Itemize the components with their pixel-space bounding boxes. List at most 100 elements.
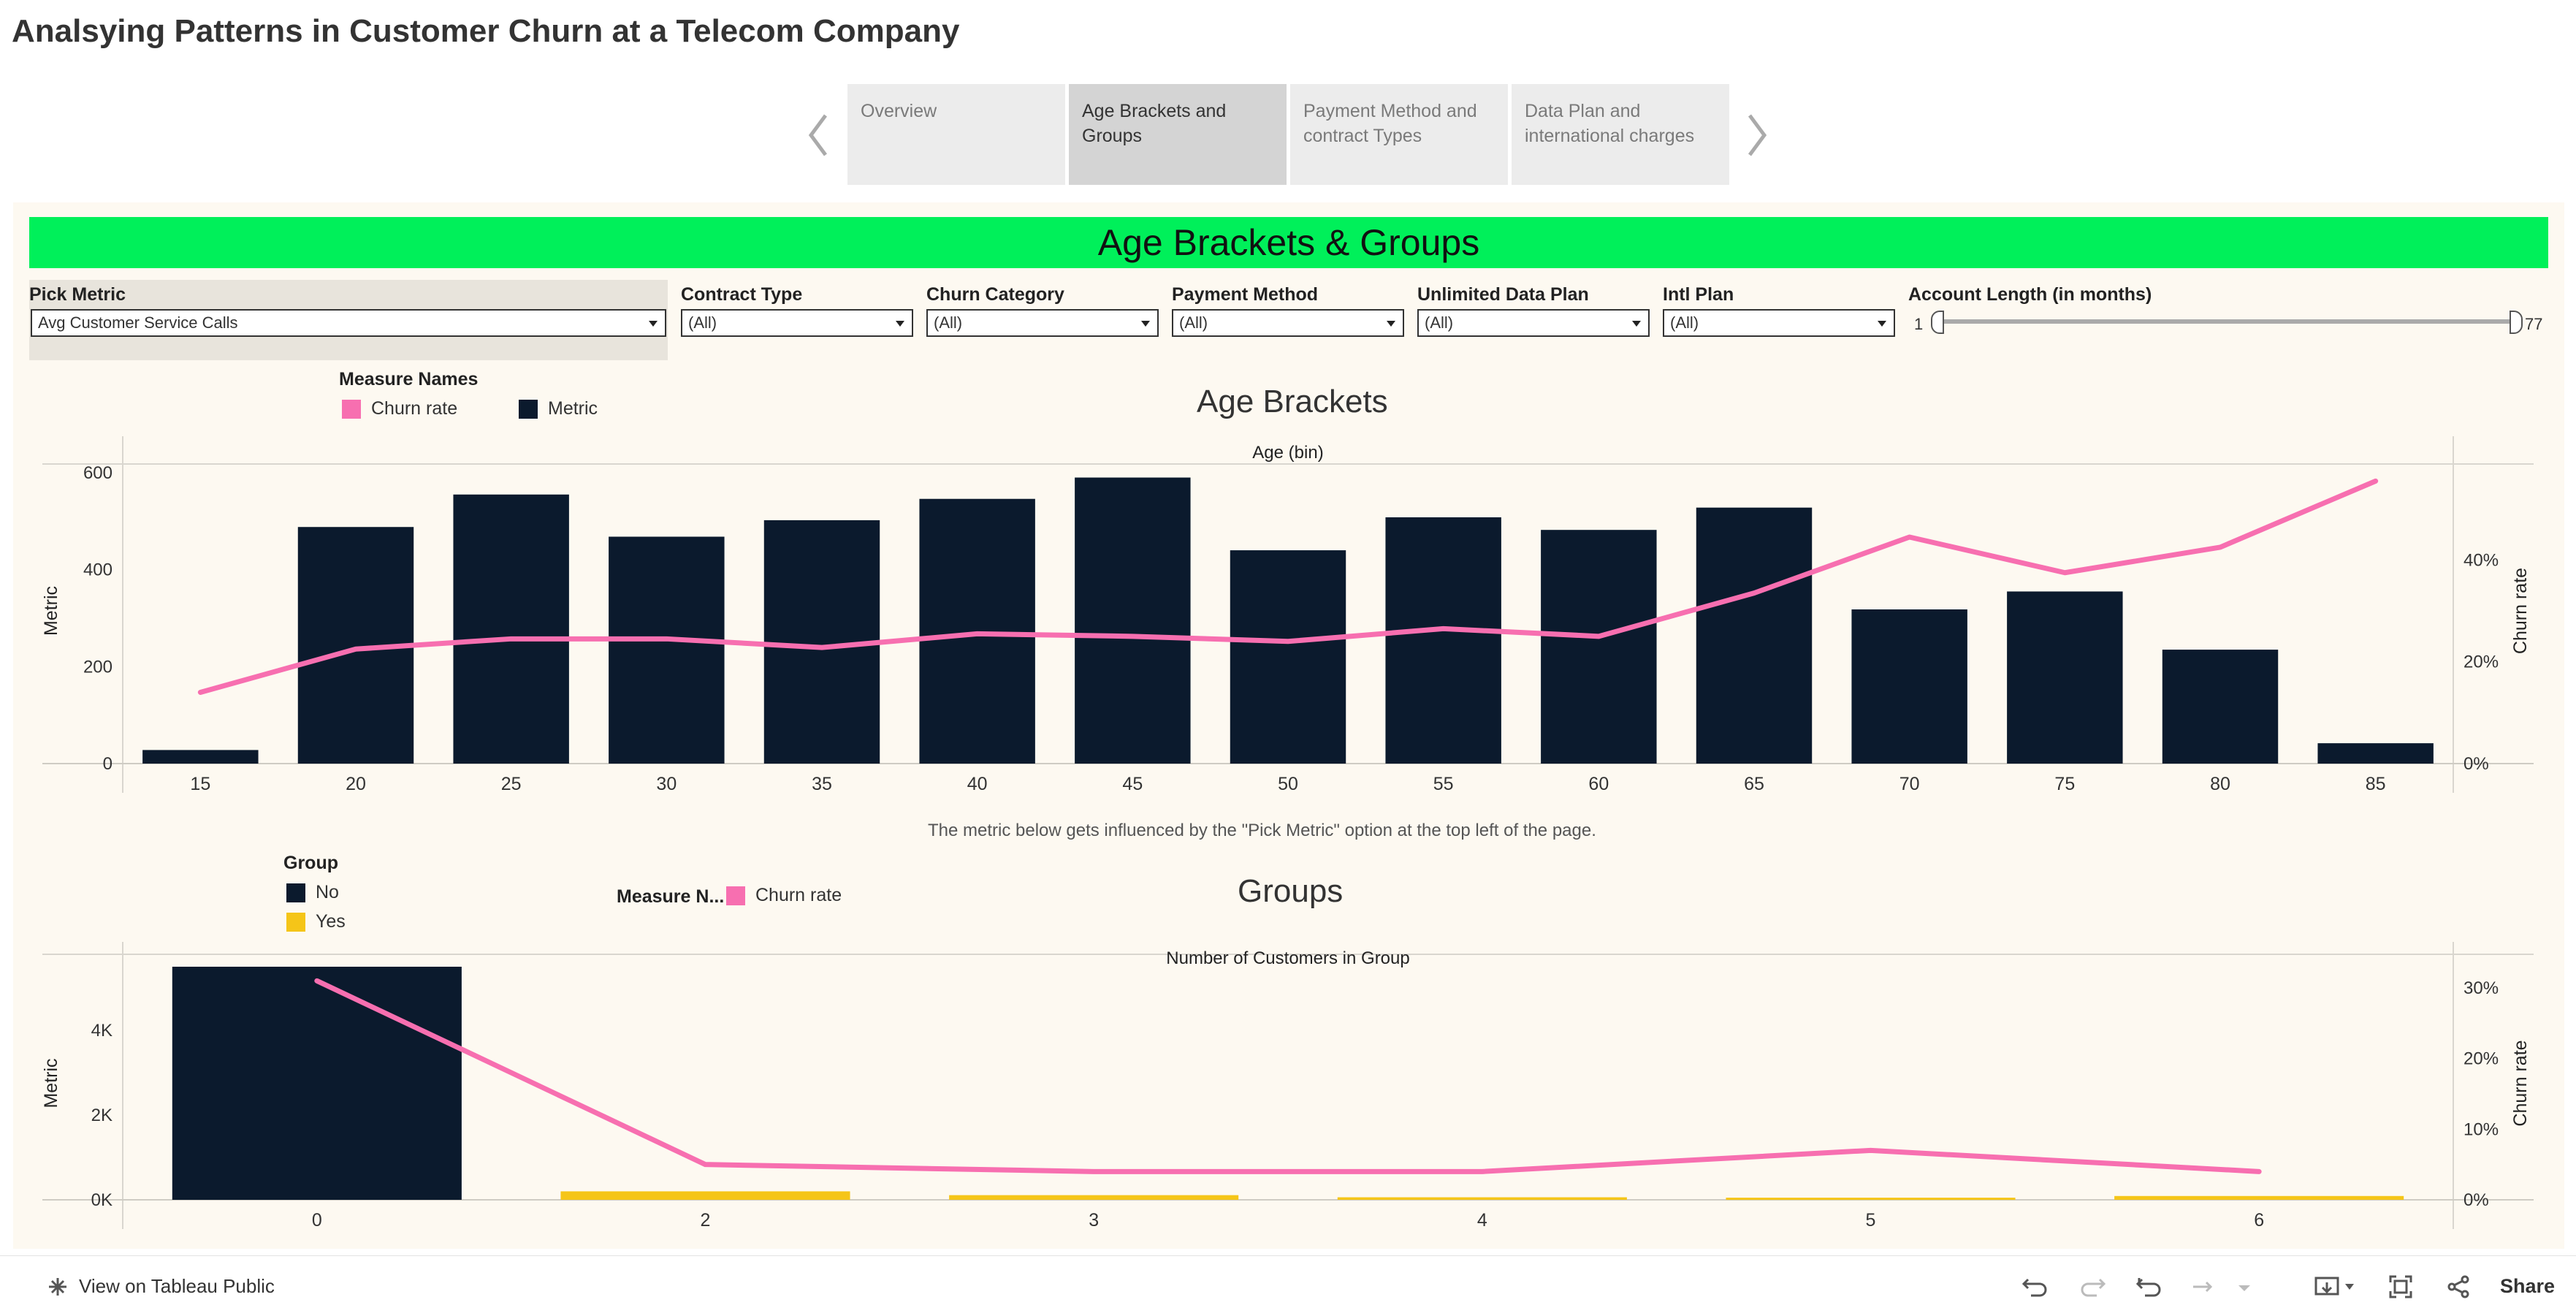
bar bbox=[172, 967, 462, 1200]
x-tick-label: 85 bbox=[2366, 774, 2386, 794]
x-tick-label: 30 bbox=[656, 774, 677, 794]
x-tick-label: 2 bbox=[701, 1210, 711, 1231]
churn-rate-line bbox=[314, 978, 2262, 1174]
story-tab-overview[interactable]: Overview bbox=[847, 84, 1065, 185]
x-tick-label: 70 bbox=[1899, 774, 1920, 794]
chevron-right-icon[interactable] bbox=[1742, 110, 1772, 161]
y2-tick-label: 40% bbox=[2463, 550, 2499, 570]
bar bbox=[1851, 609, 1967, 764]
x-tick-label: 20 bbox=[346, 774, 366, 794]
share-icon[interactable] bbox=[2444, 1274, 2474, 1300]
churn-rate-point bbox=[2374, 479, 2377, 482]
churn-rate-point bbox=[1597, 635, 1600, 638]
churn-rate-point bbox=[2257, 1170, 2260, 1173]
tableau-footer: View on Tableau Public Share bbox=[0, 1255, 2576, 1316]
x-tick-label: 35 bbox=[812, 774, 832, 794]
redo-icon[interactable] bbox=[2078, 1274, 2107, 1300]
bar bbox=[949, 1195, 1239, 1200]
churn-rate-point bbox=[1092, 1170, 1095, 1173]
bar bbox=[2114, 1195, 2404, 1200]
churn-rate-point bbox=[820, 646, 823, 649]
x-tick-label: 25 bbox=[501, 774, 522, 794]
x-tick-label: 6 bbox=[2254, 1210, 2264, 1231]
story-tab-data-plan[interactable]: Data Plan and international charges bbox=[1512, 84, 1729, 185]
download-icon[interactable] bbox=[2313, 1274, 2360, 1300]
y2-tick-label: 0% bbox=[2463, 754, 2489, 774]
story-tab-payment-method[interactable]: Payment Method and contract Types bbox=[1290, 84, 1508, 185]
y-tick-label: 2K bbox=[91, 1106, 113, 1125]
fullscreen-icon[interactable] bbox=[2386, 1274, 2415, 1300]
churn-rate-point bbox=[665, 637, 668, 640]
churn-rate-point bbox=[2063, 571, 2066, 574]
bar bbox=[2007, 591, 2123, 764]
bar bbox=[2317, 743, 2434, 764]
bar bbox=[2162, 650, 2279, 764]
y-tick-label: 0K bbox=[91, 1190, 113, 1210]
churn-rate-point bbox=[354, 647, 357, 650]
view-on-tableau-link[interactable]: View on Tableau Public bbox=[47, 1275, 275, 1298]
chevron-left-icon[interactable] bbox=[804, 110, 833, 161]
view-on-tableau-label: View on Tableau Public bbox=[79, 1275, 275, 1297]
x-axis-title: Age (bin) bbox=[1252, 443, 1323, 463]
y2-tick-label: 30% bbox=[2463, 978, 2499, 998]
bar bbox=[609, 536, 725, 764]
churn-rate-point bbox=[510, 637, 513, 640]
x-tick-label: 75 bbox=[2054, 774, 2075, 794]
bar bbox=[453, 494, 569, 764]
bar bbox=[1696, 507, 1813, 764]
y2-tick-label: 20% bbox=[2463, 653, 2499, 672]
y2-tick-label: 10% bbox=[2463, 1119, 2499, 1139]
y-tick-label: 200 bbox=[83, 657, 113, 677]
x-tick-label: 4 bbox=[1477, 1210, 1487, 1231]
x-tick-label: 0 bbox=[312, 1210, 322, 1231]
x-axis-title: Number of Customers in Group bbox=[1166, 948, 1409, 968]
bar bbox=[560, 1191, 850, 1200]
bar bbox=[1385, 517, 1501, 764]
bar bbox=[1230, 550, 1346, 764]
y-tick-label: 4K bbox=[91, 1021, 113, 1041]
charts-canvas: Age (bin)Metric Churn rate02004006000%20%… bbox=[41, 436, 2534, 1231]
churn-rate-point bbox=[704, 1163, 706, 1166]
y2-tick-label: 0% bbox=[2463, 1190, 2489, 1210]
x-tick-label: 80 bbox=[2210, 774, 2230, 794]
bar bbox=[1075, 477, 1191, 764]
y-axis-title: Metric bbox=[41, 1058, 61, 1108]
tableau-logo-icon bbox=[49, 1277, 66, 1296]
x-tick-label: 5 bbox=[1866, 1210, 1876, 1231]
x-tick-label: 65 bbox=[1744, 774, 1764, 794]
bar bbox=[142, 750, 259, 764]
y-axis-title: Metric bbox=[41, 586, 61, 636]
x-tick-label: 45 bbox=[1122, 774, 1143, 794]
y2-tick-label: 20% bbox=[2463, 1049, 2499, 1069]
story-tab-age-brackets[interactable]: Age Brackets and Groups bbox=[1069, 84, 1287, 185]
bar bbox=[1541, 530, 1657, 764]
revert-icon[interactable] bbox=[2135, 1274, 2164, 1300]
x-tick-label: 40 bbox=[967, 774, 988, 794]
churn-rate-point bbox=[1287, 640, 1289, 643]
y-tick-label: 0 bbox=[103, 754, 113, 774]
churn-rate-point bbox=[1908, 536, 1911, 539]
churn-rate-point bbox=[316, 979, 319, 982]
refresh-icon[interactable] bbox=[2190, 1274, 2219, 1300]
x-tick-label: 60 bbox=[1588, 774, 1609, 794]
y-tick-label: 600 bbox=[83, 463, 113, 483]
dashboard-panel: Age Brackets & Groups Pick Metric Avg Cu… bbox=[13, 202, 2564, 1249]
churn-rate-point bbox=[1753, 592, 1756, 595]
churn-rate-point bbox=[1870, 1149, 1872, 1152]
churn-rate-point bbox=[1481, 1170, 1484, 1173]
churn-rate-point bbox=[2219, 546, 2222, 549]
bar bbox=[1337, 1197, 1627, 1200]
y2-axis-title: Churn rate bbox=[2510, 1040, 2531, 1126]
bar bbox=[1726, 1198, 2016, 1201]
churn-rate-point bbox=[976, 632, 979, 635]
churn-rate-point bbox=[1442, 627, 1445, 630]
undo-icon[interactable] bbox=[2021, 1274, 2050, 1300]
share-label[interactable]: Share bbox=[2500, 1275, 2555, 1298]
x-tick-label: 3 bbox=[1089, 1210, 1099, 1231]
churn-rate-point bbox=[1131, 635, 1134, 638]
pause-dropdown-icon[interactable] bbox=[2230, 1274, 2259, 1300]
x-tick-label: 15 bbox=[190, 774, 210, 794]
x-tick-label: 50 bbox=[1278, 774, 1298, 794]
dashboard-title: Analsying Patterns in Customer Churn at … bbox=[12, 13, 960, 49]
y2-axis-title: Churn rate bbox=[2510, 568, 2531, 654]
